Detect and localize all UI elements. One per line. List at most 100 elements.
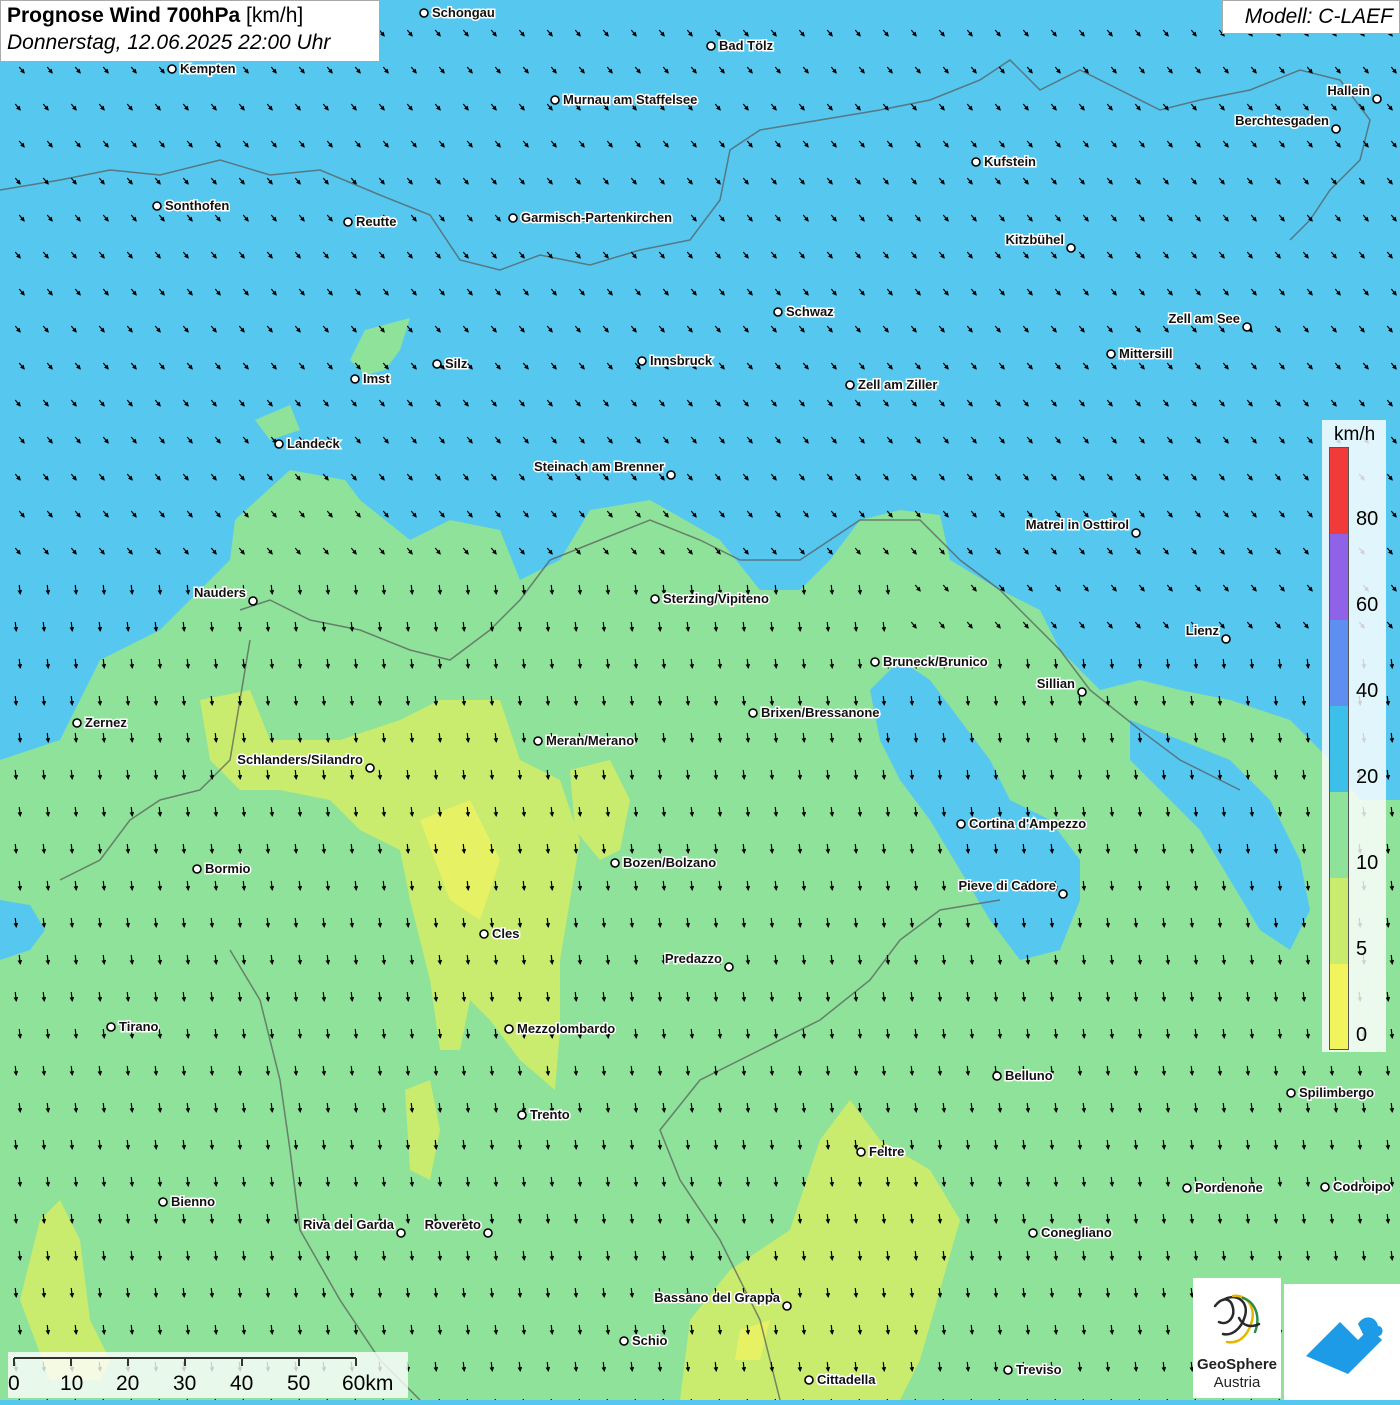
city-conegliano[interactable]: Conegliano (1028, 1224, 1113, 1242)
city-label: Schongau (432, 5, 495, 20)
city-marker-icon (248, 596, 258, 606)
city-label: Sonthofen (165, 198, 229, 213)
city-label: Cittadella (817, 1372, 876, 1387)
city-marker-icon (1028, 1228, 1038, 1238)
city-brixen[interactable]: Brixen/Bressanone (748, 704, 881, 722)
city-label: Bruneck/Brunico (883, 654, 988, 669)
city-label: Nauders (194, 585, 246, 600)
wind-map[interactable]: Schongau Bad Tölz Kempten Murnau am Staffel… (0, 0, 1400, 1400)
geosphere-logo[interactable]: GeoSphere Austria (1193, 1278, 1281, 1398)
city-marker-icon (619, 1336, 629, 1346)
city-marker-icon (479, 929, 489, 939)
legend-tick-60: 60 (1356, 594, 1379, 616)
city-label: Kufstein (984, 154, 1036, 169)
city-marker-icon (1320, 1182, 1330, 1192)
city-marker-icon (550, 95, 560, 105)
city-marker-icon (1131, 528, 1141, 538)
city-label: Cortina d'Ampezzo (969, 816, 1086, 831)
city-marker-icon (1003, 1365, 1013, 1375)
city-bozen[interactable]: Bozen/Bolzano (610, 854, 718, 872)
forecast-datetime: Donnerstag, 12.06.2025 22:00 Uhr (7, 31, 331, 54)
city-label: Zell am Ziller (858, 377, 937, 392)
city-label: Riva del Garda (303, 1217, 395, 1232)
city-label: Treviso (1016, 1362, 1062, 1377)
city-label: Predazzo (665, 951, 722, 966)
city-bruneck[interactable]: Bruneck/Brunico (870, 653, 989, 671)
city-label: Pordenone (1195, 1180, 1263, 1195)
city-label: Murnau am Staffelsee (563, 92, 697, 107)
city-label: Sterzing/Vipiteno (663, 591, 769, 606)
city-label: Zernez (85, 715, 127, 730)
city-marker-icon (508, 213, 518, 223)
city-marker-icon (610, 858, 620, 868)
city-marker-icon (748, 708, 758, 718)
legend-swatch-20 (1330, 706, 1348, 792)
city-marker-icon (192, 864, 202, 874)
city-marker-icon (365, 763, 375, 773)
city-label: Steinach am Brenner (534, 459, 664, 474)
geosphere-country: Austria (1213, 1374, 1261, 1391)
city-label: Berchtesgaden (1235, 113, 1329, 128)
city-marker-icon (419, 8, 429, 18)
city-label: Bienno (171, 1194, 215, 1209)
city-label: Meran/Merano (546, 733, 634, 748)
city-label: Conegliano (1041, 1225, 1112, 1240)
city-label: Bormio (205, 861, 251, 876)
city-marker-icon (992, 1071, 1002, 1081)
city-marker-icon (1106, 349, 1116, 359)
city-mezzolombardo[interactable]: Mezzolombardo (504, 1020, 617, 1038)
city-innsbruck[interactable]: Innsbruck (637, 352, 714, 370)
city-label: Reutte (356, 214, 396, 229)
city-marker-icon (106, 1022, 116, 1032)
city-cortina[interactable]: Cortina d'Ampezzo (956, 815, 1088, 833)
scale-label-30: 30 (173, 1372, 197, 1395)
city-schongau[interactable]: Schongau (419, 4, 496, 22)
scale-label-10: 10 (60, 1372, 84, 1395)
city-zell-am-ziller[interactable]: Zell am Ziller (845, 376, 939, 394)
city-label: Codroipo (1333, 1179, 1391, 1194)
city-label: Mittersill (1119, 346, 1172, 361)
city-label: Bozen/Bolzano (623, 855, 716, 870)
city-pordenone[interactable]: Pordenone (1182, 1179, 1264, 1197)
city-marker-icon (504, 1024, 514, 1034)
map-title: Prognose Wind 700hPa [km/h] (7, 4, 373, 28)
city-label: Tirano (119, 1019, 159, 1034)
city-label: Silz (445, 356, 468, 371)
city-label: Imst (363, 371, 390, 386)
city-marker-icon (533, 736, 543, 746)
city-sonthofen[interactable]: Sonthofen (152, 197, 231, 215)
city-marker-icon (1286, 1088, 1296, 1098)
city-spilimbergo[interactable]: Spilimbergo (1286, 1084, 1376, 1102)
city-label: Spilimbergo (1299, 1085, 1374, 1100)
city-sterzing[interactable]: Sterzing/Vipiteno (650, 590, 770, 608)
scale-label-40: 40 (230, 1372, 254, 1395)
city-label: Bad Tölz (719, 38, 774, 53)
city-murnau[interactable]: Murnau am Staffelsee (550, 91, 699, 109)
city-marker-icon (650, 594, 660, 604)
scale-bar: 0 10 20 30 40 50 60km (8, 1352, 408, 1398)
geosphere-name: GeoSphere (1196, 1356, 1278, 1373)
city-label: Feltre (869, 1144, 904, 1159)
city-label: Trento (530, 1107, 570, 1122)
legend-tick-40: 40 (1356, 680, 1379, 702)
city-garmisch[interactable]: Garmisch-Partenkirchen (508, 209, 674, 227)
city-label: Sillian (1037, 676, 1075, 691)
legend-bar (1329, 447, 1349, 1050)
scale-label-20: 20 (116, 1372, 140, 1395)
city-label: Zell am See (1168, 311, 1240, 326)
color-legend: km/h 80 60 40 20 10 5 0 (1322, 420, 1386, 1052)
geosphere-logo-icon (1213, 1294, 1261, 1344)
city-marker-icon (432, 359, 442, 369)
city-label: Schwaz (786, 304, 834, 319)
city-label: Mezzolombardo (517, 1021, 615, 1036)
city-label: Garmisch-Partenkirchen (521, 210, 672, 225)
model-label: Modell: C-LAEF (1222, 0, 1400, 34)
warning-app-button[interactable] (1284, 1284, 1400, 1400)
city-label: Kitzbühel (1006, 232, 1065, 247)
city-marker-icon (152, 201, 162, 211)
city-label: Brixen/Bressanone (761, 705, 880, 720)
city-label: Rovereto (425, 1217, 481, 1232)
city-meran[interactable]: Meran/Merano (533, 732, 636, 750)
city-marker-icon (167, 64, 177, 74)
legend-unit: km/h (1334, 424, 1376, 445)
